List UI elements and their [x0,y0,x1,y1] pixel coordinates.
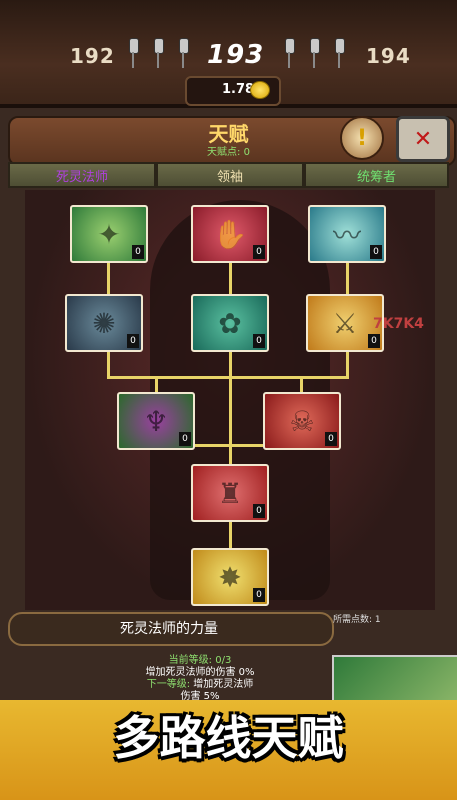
pin-icon [152,38,164,70]
tree-connector [229,262,232,294]
tab-coordinator[interactable]: 统筹者 [304,162,449,188]
points-needed: 所需点数: 1 [333,615,381,625]
tab-leader[interactable]: 领袖 [156,162,304,188]
talent-rank: 0 [370,245,382,259]
talent-rank: 0 [253,334,265,348]
watermark-text: 7K7K4 [373,316,424,332]
talent-rank: 0 [325,432,337,446]
pin-icon [333,38,345,70]
talent-node[interactable]: ✦ 0 [70,205,148,263]
tree-connector [346,262,349,294]
pin-icon [283,38,295,70]
promo-banner-text: 多路线天赋 [113,711,344,765]
tree-connector [346,352,349,378]
pin-icon [177,38,189,70]
talent-node[interactable]: ✋ 0 [191,205,269,263]
talent-points: 天赋点: 0 [207,147,250,158]
talent-rank: 0 [368,334,380,348]
tree-connector [107,376,349,379]
level-current: 193 [207,40,265,70]
talent-rank: 0 [253,245,265,259]
talent-node[interactable]: ✺ 0 [65,294,143,352]
talent-node[interactable]: ✸ 0 [191,548,269,606]
level-prev: 192 [70,44,115,68]
talent-node[interactable]: ♜ 0 [191,464,269,522]
talent-rank: 0 [132,245,144,259]
talent-rank: 0 [179,432,191,446]
coin-icon [250,81,270,99]
pin-icon [308,38,320,70]
level-next: 194 [366,44,411,68]
talent-node[interactable]: ♆ 0 [117,392,195,450]
talent-node[interactable]: ✿ 0 [191,294,269,352]
selected-talent-name: 死灵法师的力量 [120,621,218,637]
talent-node[interactable]: 〰 0 [308,205,386,263]
exclamation-icon: ! [356,125,368,151]
talent-rank: 0 [127,334,139,348]
tab-necromancer[interactable]: 死灵法师 [8,162,156,188]
close-button[interactable]: ✕ [396,116,450,162]
talent-node[interactable]: ☠ 0 [263,392,341,450]
close-icon: ✕ [413,126,433,152]
help-button[interactable]: ! [340,116,384,160]
talent-rank: 0 [253,588,265,602]
pin-icon [127,38,139,70]
tree-connector [107,262,110,294]
tree-connector [107,352,110,378]
talent-rank: 0 [253,504,265,518]
